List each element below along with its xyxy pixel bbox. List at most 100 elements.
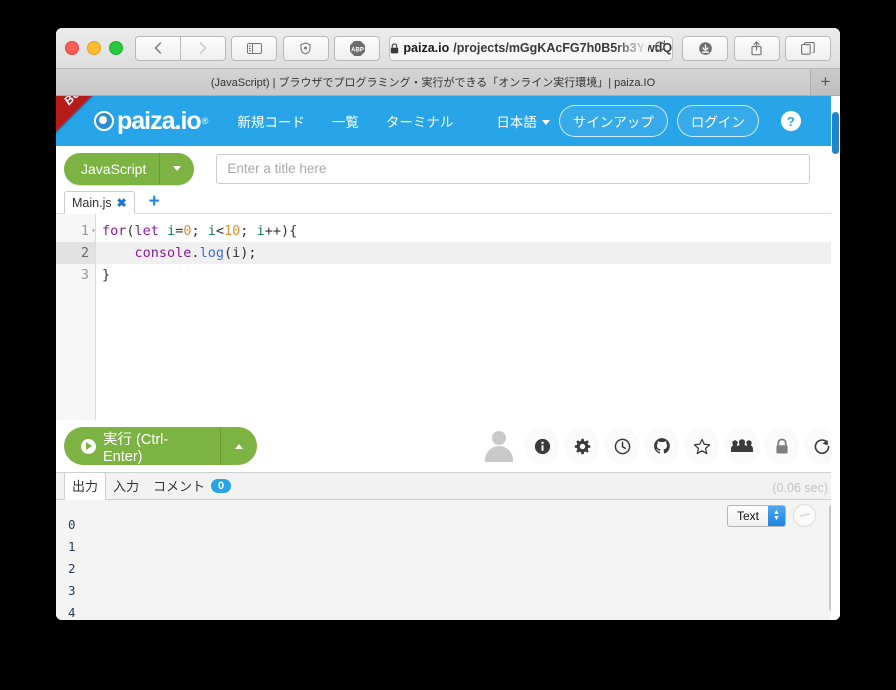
output-line: 4 [68,605,76,620]
group-users-icon[interactable] [724,428,760,464]
address-bar[interactable]: paiza.io/projects/mGgKAcFG7h0B5rb3YwdQ [389,35,674,61]
url-domain: paiza.io [403,41,450,55]
shield-icon[interactable] [282,35,329,61]
code-line-3: } [102,267,111,283]
file-tabs: Main.js ✖ + [56,191,840,214]
logo-text: paiza.io [117,106,202,135]
language-dropdown-arrow[interactable] [160,153,194,185]
action-icon-strip [524,428,840,464]
play-icon [81,438,96,454]
signup-button[interactable]: サインアップ [558,105,668,137]
run-button-label-wrap: 実行 (Ctrl-Enter) [64,427,220,465]
run-button-label: 実行 (Ctrl-Enter) [103,431,169,465]
sidebar-toggle-button[interactable] [231,35,278,61]
language-dropdown-label: JavaScript [81,160,147,177]
minimize-window-button[interactable] [87,41,101,55]
file-tab-label: Main.js [72,195,112,210]
code-line-1: for(let i=0; i<10; i++){ [102,223,298,239]
console-object: console [134,245,192,261]
tab-output[interactable]: 出力 [64,472,107,500]
page-scrollbar-thumb[interactable] [832,112,839,154]
page-scrollbar[interactable] [831,96,840,620]
browser-toolbar: ABP paiza.io/projects/mGgKAcFG7h0B5rb3Yw… [56,28,840,69]
tab-overview-icon[interactable] [785,35,831,61]
avatar[interactable] [482,429,516,463]
fold-icon[interactable]: ▾ [91,220,96,242]
paiza-logo[interactable]: paiza.io ® [94,106,209,136]
browser-window: ABP paiza.io/projects/mGgKAcFG7h0B5rb3Yw… [56,28,840,620]
avatar-head [492,431,506,445]
avatar-body [485,446,513,462]
logo-registered: ® [201,116,209,126]
code-editor[interactable]: 1 ▾ 2 3 for(let i=0; i<10; i++){ console.… [56,214,840,420]
run-toolbar: 実行 (Ctrl-Enter) [56,420,840,472]
history-clock-icon[interactable] [604,428,640,464]
log-method: log [199,245,224,261]
browser-tab[interactable]: (JavaScript) | ブラウザでプログラミング・実行ができる「オンライン… [56,69,811,95]
help-icon[interactable]: ? [780,111,801,131]
output-line: 3 [68,583,76,598]
nav-list[interactable]: 一覧 [332,111,359,131]
output-format-value: Text [736,508,759,523]
execution-time: (0.06 sec) [772,481,828,495]
output-tabbar: 出力 入力 コメント 0 (0.06 sec) [56,472,840,500]
output-format-select[interactable]: Text ▲ ▼ [726,504,786,527]
login-button[interactable]: ログイン [676,105,759,137]
run-button[interactable]: 実行 (Ctrl-Enter) [64,427,257,465]
line-number-gutter: 1 ▾ 2 3 [56,214,96,420]
tab-comment[interactable]: コメント 0 [146,473,238,499]
output-line: 0 [68,517,76,532]
language-selector[interactable]: 日本語 [496,111,550,131]
gear-icon[interactable] [564,428,600,464]
tab-input[interactable]: 入力 [106,473,146,499]
output-line: 1 [68,539,76,554]
nav-terminal[interactable]: ターミナル [386,111,454,131]
logo-mark-icon [94,111,114,131]
maximize-window-button[interactable] [109,41,123,55]
add-file-button[interactable]: + [149,192,160,211]
close-window-button[interactable] [65,41,79,55]
output-text: 0 1 2 3 4 5 6 [56,500,840,620]
chevron-down-icon [541,120,550,125]
info-icon[interactable] [524,428,560,464]
output-panel: 0 1 2 3 4 5 6 Text ▲▼ [56,500,840,620]
download-icon[interactable] [682,35,729,61]
code-content[interactable]: for(let i=0; i<10; i++){ console.log(i);… [96,214,840,420]
reload-icon[interactable] [654,40,666,56]
new-tab-button[interactable]: + [811,69,840,95]
file-tab-main[interactable]: Main.js ✖ [64,191,135,214]
lock-icon[interactable] [764,428,800,464]
run-options-arrow[interactable] [221,427,257,465]
screen: ABP paiza.io/projects/mGgKAcFG7h0B5rb3Yw… [0,0,896,690]
editor-header: JavaScript Enter a title here [56,146,840,191]
comment-count-badge: 0 [211,478,232,493]
stepper-icon[interactable]: ▲ ▼ [768,505,785,526]
language-dropdown[interactable]: JavaScript [64,152,195,185]
adblock-icon[interactable]: ABP [334,35,381,61]
page-viewport: Beta paiza.io® 新規コード 一覧 ターミナル 日本語 サインアップ… [56,96,840,620]
nav-links: 新規コード 一覧 ターミナル [237,111,453,131]
code-line-2: console.log(i); [96,242,840,264]
chevron-down-icon [173,166,182,171]
close-icon[interactable]: ✖ [117,196,127,210]
line-number: 2 [56,242,95,264]
svg-text:ABP: ABP [351,47,364,53]
language-label: 日本語 [496,115,537,130]
output-line: 2 [68,561,76,576]
line-number: 3 [80,267,89,283]
output-format-controls: Text ▲ ▼ [726,504,816,527]
nav-new-code[interactable]: 新規コード [237,111,305,131]
share-icon[interactable] [733,35,780,61]
tab-strip: (JavaScript) | ブラウザでプログラミング・実行ができる「オンライン… [56,69,840,96]
navigation-buttons [135,35,226,61]
github-icon[interactable] [644,428,680,464]
title-input[interactable]: Enter a title here [216,153,810,184]
output-refresh-button[interactable] [793,504,816,527]
forward-button[interactable] [181,35,226,61]
star-icon[interactable] [684,428,720,464]
url-fade [614,36,649,60]
keyword-let: let [134,223,159,239]
tab-comment-label: コメント [153,479,206,494]
back-button[interactable] [135,35,181,61]
lock-icon [391,42,399,53]
